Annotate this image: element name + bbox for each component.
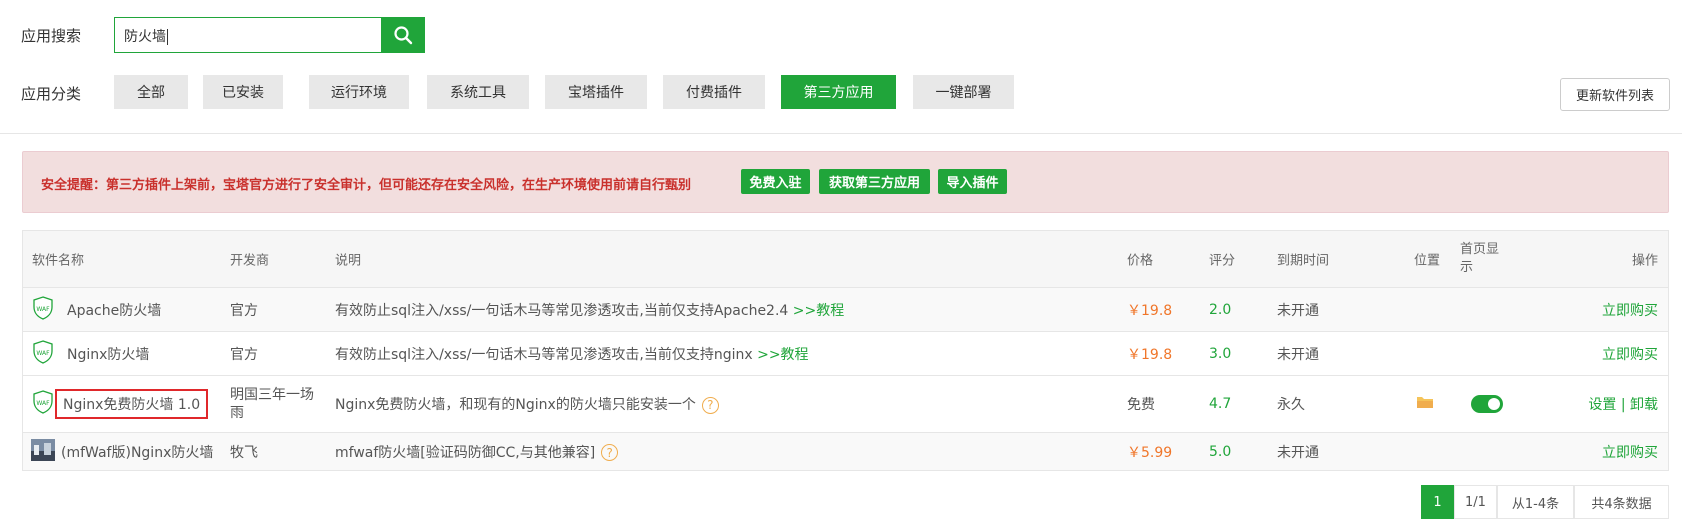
- software-name: Apache防火墙: [67, 302, 162, 319]
- rating: 5.0: [1209, 443, 1232, 460]
- software-name: (mfWaf版)Nginx防火墙: [61, 444, 214, 461]
- price: ￥19.8: [1127, 302, 1173, 319]
- header-price: 价格: [1127, 253, 1154, 269]
- alert-text: 安全提醒：第三方插件上架前，宝塔官方进行了安全审计，但可能还存在安全风险，在生产…: [41, 178, 692, 193]
- toggle-switch[interactable]: [1471, 395, 1503, 413]
- developer: 官方: [230, 346, 258, 363]
- category-paid-plugins[interactable]: 付费插件: [663, 75, 765, 109]
- waf-icon: WAF: [32, 339, 54, 368]
- software-table: 软件名称 开发商 说明 价格 评分 到期时间 位置 首页显示 操作 WAF Ap…: [22, 230, 1669, 471]
- search-input-value: 防火墙: [124, 29, 166, 45]
- pager-range: 从1-4条: [1497, 485, 1574, 519]
- description-text: Nginx免费防火墙，和现有的Nginx的防火墙只能安装一个: [335, 397, 696, 413]
- search-icon: [394, 26, 413, 45]
- tutorial-link[interactable]: >>教程: [793, 303, 844, 319]
- pager-current-page[interactable]: 1: [1421, 485, 1454, 519]
- description-text: 有效防止sql注入/xss/一句话木马等常见渗透攻击,当前仅支持Apache2.…: [335, 302, 789, 319]
- description: Nginx免费防火墙，和现有的Nginx的防火墙只能安装一个?: [335, 394, 719, 414]
- price: ￥5.99: [1127, 444, 1173, 461]
- category-third-party[interactable]: 第三方应用: [781, 75, 896, 109]
- table-row: WAF Nginx防火墙 官方 有效防止sql注入/xss/一句话木马等常见渗透…: [23, 332, 1668, 376]
- header-location: 位置: [1414, 253, 1441, 269]
- header-desc: 说明: [335, 253, 362, 269]
- svg-text:WAF: WAF: [36, 306, 50, 313]
- category-system-tools[interactable]: 系统工具: [427, 75, 529, 109]
- text-caret: [167, 29, 168, 45]
- rating: 4.7: [1209, 396, 1232, 412]
- pager-total: 共4条数据: [1574, 485, 1669, 519]
- expiry: 未开通: [1277, 346, 1319, 363]
- software-name: Nginx防火墙: [67, 346, 150, 363]
- question-icon[interactable]: ?: [701, 396, 719, 414]
- settings-link[interactable]: 设置: [1588, 397, 1616, 413]
- uninstall-link[interactable]: 卸载: [1630, 397, 1658, 413]
- search-label: 应用搜索: [21, 27, 82, 45]
- table-header: 软件名称 开发商 说明 价格 评分 到期时间 位置 首页显示 操作: [23, 231, 1668, 288]
- description-text: 有效防止sql注入/xss/一句话木马等常见渗透攻击,当前仅支持nginx: [335, 346, 753, 363]
- waf-icon: WAF: [32, 390, 54, 418]
- expiry: 永久: [1277, 397, 1305, 413]
- developer: 牧飞: [230, 444, 258, 461]
- action-separator: |: [1620, 397, 1626, 413]
- pager-pages: 1/1: [1454, 485, 1497, 519]
- table-row: WAF Apache防火墙 官方 有效防止sql注入/xss/一句话木马等常见渗…: [23, 288, 1668, 332]
- question-icon[interactable]: ?: [601, 444, 619, 461]
- buy-now-link[interactable]: 立即购买: [1602, 442, 1658, 462]
- price: ￥19.8: [1127, 346, 1173, 363]
- waf-icon: WAF: [32, 295, 54, 324]
- table-row: WAF Nginx免费防火墙 1.0 明国三年一场雨 Nginx免费防火墙，和现…: [23, 376, 1668, 433]
- header-homepage: 首页显示: [1460, 242, 1500, 275]
- category-runtime[interactable]: 运行环境: [309, 75, 409, 109]
- category-label: 应用分类: [21, 85, 82, 103]
- category-installed[interactable]: 已安装: [203, 75, 283, 109]
- price: 免费: [1127, 397, 1155, 413]
- table-row: (mfWaf版)Nginx防火墙 牧飞 mfwaf防火墙[验证码防御CC,与其他…: [23, 433, 1668, 470]
- svg-text:WAF: WAF: [36, 350, 50, 357]
- homepage-toggle[interactable]: [1471, 395, 1503, 413]
- description: 有效防止sql注入/xss/一句话木马等常见渗透攻击,当前仅支持nginx >>…: [335, 344, 809, 364]
- get-third-party-button[interactable]: 获取第三方应用: [819, 169, 930, 194]
- header-rating: 评分: [1209, 253, 1236, 269]
- buy-now-link[interactable]: 立即购买: [1602, 300, 1658, 320]
- header-expiry: 到期时间: [1277, 253, 1330, 269]
- top-panel: 应用搜索 防火墙 应用分类 全部 已安装 运行环境 系统工具 宝塔插件 付费插件…: [0, 0, 1682, 134]
- developer: 官方: [230, 302, 258, 319]
- svg-text:WAF: WAF: [36, 400, 50, 407]
- action-links: 设置 | 卸载: [1588, 394, 1658, 414]
- refresh-list-button[interactable]: 更新软件列表: [1560, 78, 1670, 111]
- description: 有效防止sql注入/xss/一句话木马等常见渗透攻击,当前仅支持Apache2.…: [335, 300, 844, 320]
- developer: 明国三年一场雨: [230, 387, 314, 421]
- header-name: 软件名称: [32, 253, 85, 269]
- description-text: mfwaf防火墙[验证码防御CC,与其他兼容]: [335, 444, 596, 461]
- expiry: 未开通: [1277, 302, 1319, 319]
- tutorial-link[interactable]: >>教程: [757, 347, 808, 363]
- search-button[interactable]: [381, 17, 425, 53]
- category-bt-plugins[interactable]: 宝塔插件: [545, 75, 647, 109]
- free-join-button[interactable]: 免费入驻: [741, 169, 810, 194]
- software-name: Nginx免费防火墙 1.0: [55, 389, 209, 419]
- category-all[interactable]: 全部: [114, 75, 188, 109]
- import-plugin-button[interactable]: 导入插件: [938, 169, 1007, 194]
- rating: 2.0: [1209, 301, 1232, 318]
- buy-now-link[interactable]: 立即购买: [1602, 344, 1658, 364]
- category-one-click-deploy[interactable]: 一键部署: [913, 75, 1014, 109]
- rating: 3.0: [1209, 345, 1232, 362]
- header-action: 操作: [1631, 253, 1658, 269]
- mfwaf-image-icon: [31, 438, 55, 465]
- search-input[interactable]: 防火墙: [114, 17, 382, 53]
- folder-icon[interactable]: [1416, 395, 1434, 413]
- header-developer: 开发商: [230, 253, 270, 269]
- expiry: 未开通: [1277, 444, 1319, 461]
- description: mfwaf防火墙[验证码防御CC,与其他兼容]?: [335, 442, 619, 462]
